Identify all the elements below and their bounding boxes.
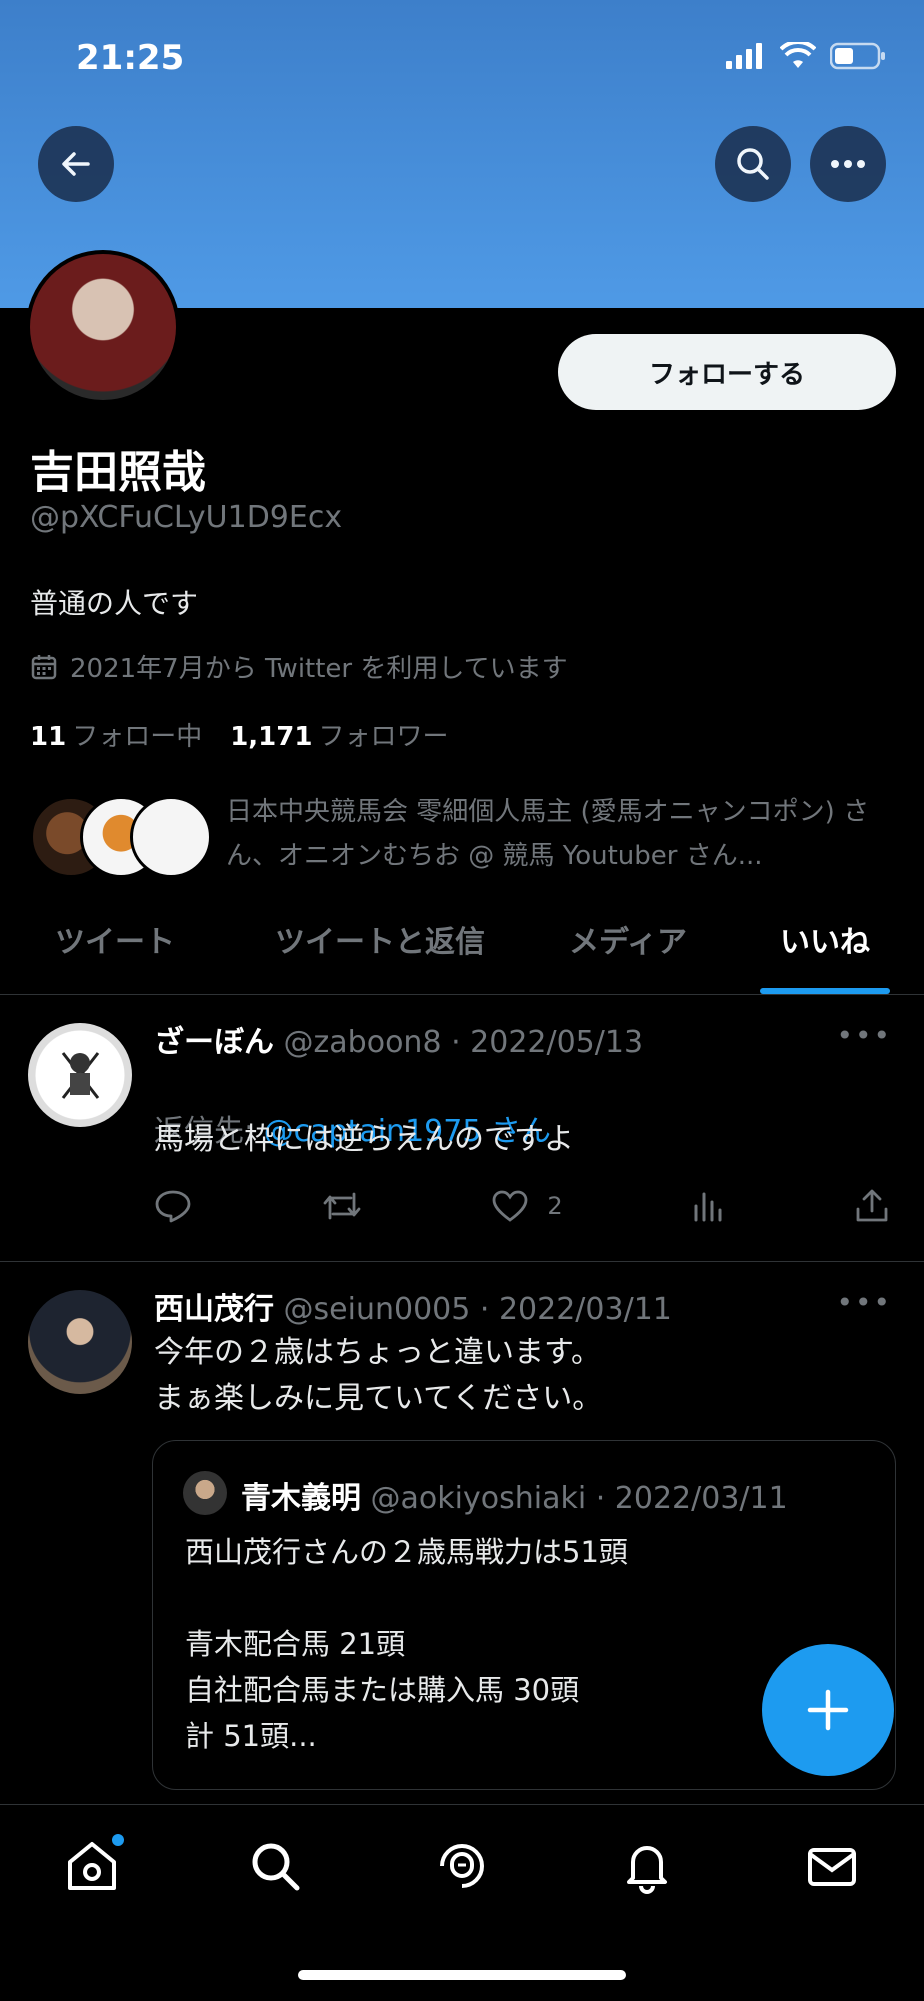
share-icon [856,1189,888,1222]
nav-messages[interactable] [800,1834,864,1898]
battery-icon [830,42,885,70]
following-label: フォロー中 [72,722,203,752]
tweet-text: 馬場と枠には逆らえんのですよ [154,1122,574,1157]
tweet-handle-date[interactable]: @zaboon8 · 2022/05/13 [284,1025,644,1060]
tab-likes[interactable]: いいね [760,884,890,994]
status-icons [726,42,886,70]
tweet-text: 今年の２歳はちょっと違います。 まぁ楽しみに見ていてください。 [154,1335,603,1416]
wifi-icon [780,42,816,68]
back-arrow-icon [62,152,90,176]
more-button[interactable] [810,126,886,202]
joined-text: 2021年7月から Twitter を利用しています [70,654,568,684]
tweet-header: 西山茂行 @seiun0005 · 2022/03/11 [154,1284,672,1328]
mutual-avatar [130,796,212,878]
reply-button[interactable] [154,1189,192,1223]
status-time: 21:25 [76,38,185,78]
tweet-author-name[interactable]: ざーぼん [154,1025,274,1060]
following-link[interactable]: 11 フォロー中 [30,716,202,753]
compose-plus-icon [807,1689,849,1731]
tweet-avatar[interactable] [28,1023,132,1127]
retweet-button[interactable] [321,1190,363,1222]
active-tab-indicator [760,988,890,994]
back-button[interactable] [38,126,114,202]
tab-tweets-replies[interactable]: ツイートと返信 [250,884,510,994]
home-notification-dot [112,1834,124,1846]
tweet-more-button[interactable]: ••• [836,1019,892,1052]
nav-search[interactable] [243,1834,307,1898]
quoted-tweet-header: 青木義明 @aokiyoshiaki · 2022/03/11 [241,1473,788,1517]
tab-tweets[interactable]: ツイート [20,884,210,994]
heart-icon [492,1190,528,1222]
tweet-item[interactable]: ざーぼん @zaboon8 · 2022/05/13 ••• 返信先: @cap… [0,995,924,1262]
quoted-tweet-text: 西山茂行さんの２歳馬戦力は51頭 青木配合馬 21頭 自社配合馬または購入馬 3… [185,1535,628,1753]
home-icon [68,1842,116,1890]
bell-icon [627,1846,667,1894]
tweet-more-button[interactable]: ••• [836,1286,892,1319]
profile-tabs: ツイート ツイートと返信 メディア いいね [0,884,924,995]
tweet-actions: 2 [154,1189,890,1223]
analytics-button[interactable] [691,1190,725,1222]
quoted-tweet-avatar [183,1471,227,1515]
quoted-handle-date: @aokiyoshiaki · 2022/03/11 [370,1481,788,1516]
retweet-icon [323,1192,361,1220]
tweet-author-name[interactable]: 西山茂行 [154,1292,274,1327]
profile-joined: 2021年7月から Twitter を利用しています [30,648,568,685]
profile-avatar[interactable] [26,250,180,404]
nav-spaces[interactable] [430,1834,494,1898]
search-icon [252,1843,300,1891]
avatar-illustration [61,1052,100,1099]
nav-notifications[interactable] [615,1834,679,1898]
followers-link[interactable]: 1,171 フォロワー [230,716,448,753]
tweet-handle-date[interactable]: @seiun0005 · 2022/03/11 [284,1292,672,1327]
tab-media[interactable]: メディア [548,884,708,994]
nav-home[interactable] [60,1834,124,1898]
tweet-avatar[interactable] [28,1290,132,1394]
spaces-icon [440,1844,485,1888]
signal-icon [726,43,762,69]
like-button[interactable]: 2 [491,1189,563,1223]
more-icon [831,160,865,168]
search-icon [737,148,769,180]
profile-bio: 普通の人です [30,587,199,620]
compose-button[interactable] [762,1644,894,1776]
calendar-icon [31,654,57,679]
mutual-followers-text[interactable]: 日本中央競馬会 零細個人馬主 (愛馬オニャンコポン) さん、オニオンむちお @ … [226,790,886,878]
home-indicator [298,1970,626,1980]
followers-label: フォロワー [318,722,449,752]
search-button[interactable] [715,126,791,202]
share-button[interactable] [854,1189,890,1223]
quoted-author-name: 青木義明 [241,1481,361,1516]
follow-counts: 11 フォロー中 1,171 フォロワー [30,716,448,753]
follow-button[interactable]: フォローする [558,334,896,410]
profile-handle: @pXCFuCLyU1D9Ecx [30,500,343,535]
followers-count: 1,171 [230,722,313,752]
like-count: 2 [547,1192,563,1220]
following-count: 11 [30,722,67,752]
analytics-icon [694,1192,722,1222]
reply-icon [155,1190,191,1223]
tweet-header: ざーぼん @zaboon8 · 2022/05/13 [154,1017,643,1061]
mail-icon [808,1848,856,1886]
mutual-followers-avatars[interactable] [30,796,212,878]
profile-name: 吉田照哉 [30,447,206,498]
